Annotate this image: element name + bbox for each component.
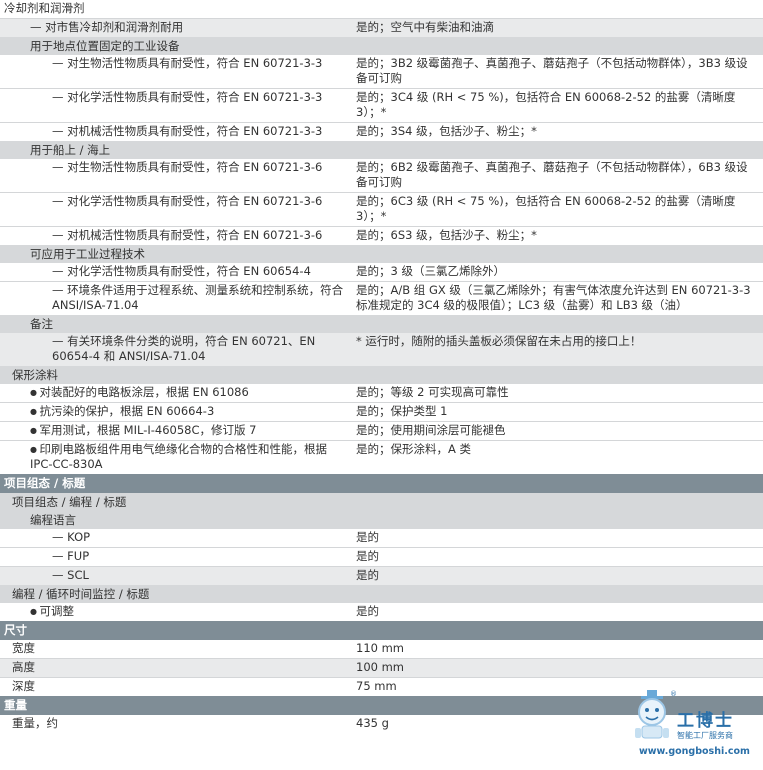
- spec-row: 冷却剂和润滑剂: [0, 0, 763, 18]
- spec-label: 冷却剂和润滑剂: [4, 1, 85, 15]
- group-header: 备注: [0, 315, 763, 333]
- logo-url: www.gongboshi.com: [639, 746, 750, 757]
- spec-row: 有关环境条件分类的说明，符合 EN 60721、EN 60654-4 和 ANS…: [0, 333, 763, 366]
- spec-label: KOP: [52, 530, 90, 544]
- spec-row: 对机械活性物质具有耐受性，符合 EN 60721-3-6 是的；6S3 级，包括沙…: [0, 226, 763, 245]
- spec-row: 高度 100 mm: [0, 658, 763, 677]
- spec-row: 对装配好的电路板涂层，根据 EN 61086 是的；等级 2 可实现高可靠性: [0, 384, 763, 402]
- spec-row: 对生物活性物质具有耐受性，符合 EN 60721-3-3 是的；3B2 级霉菌孢子…: [0, 55, 763, 88]
- spec-value: 是的；3B2 级霉菌孢子、真菌孢子、蘑菇孢子（不包括动物群体），3B3 级设备可…: [350, 55, 763, 88]
- spec-label: 对市售冷却剂和润滑剂耐用: [30, 20, 183, 34]
- spec-label: 对生物活性物质具有耐受性，符合 EN 60721-3-3: [52, 56, 322, 70]
- spec-row: 宽度 110 mm: [0, 640, 763, 658]
- spec-row: 对市售冷却剂和润滑剂耐用 是的；空气中有柴油和油滴: [0, 18, 763, 37]
- registered-mark: ®: [670, 690, 677, 698]
- spec-value: [350, 0, 763, 18]
- spec-value: 是的；6C3 级 (RH < 75 %)，包括符合 EN 60068-2-52 …: [350, 193, 763, 226]
- logo-tagline: 智能工厂服务商: [677, 731, 733, 740]
- spec-value: 是的: [350, 548, 763, 566]
- spec-label: 对化学活性物质具有耐受性，符合 EN 60721-3-3: [52, 90, 322, 104]
- spec-label: SCL: [52, 568, 89, 582]
- group-header: 可应用于工业过程技术: [0, 245, 763, 263]
- group-header: 编程语言: [0, 511, 763, 529]
- spec-value: * 运行时，随附的插头盖板必须保留在未占用的接口上！: [350, 333, 763, 366]
- spec-row: 对生物活性物质具有耐受性，符合 EN 60721-3-6 是的；6B2 级霉菌孢子…: [0, 159, 763, 192]
- spec-value: 是的；空气中有柴油和油滴: [350, 19, 763, 37]
- spec-value: 是的；保护类型 1: [350, 403, 763, 421]
- spec-label: 环境条件适用于过程系统、测量系统和控制系统，符合 ANSI/ISA-71.04: [52, 283, 343, 312]
- group-header: 保形涂料: [0, 366, 763, 384]
- spec-row: FUP 是的: [0, 547, 763, 566]
- spec-value: 100 mm: [350, 659, 763, 677]
- spec-value: 是的: [350, 567, 763, 585]
- spec-value: 是的；6S3 级，包括沙子、粉尘；*: [350, 227, 763, 245]
- spec-row: 抗污染的保护，根据 EN 60664-3 是的；保护类型 1: [0, 402, 763, 421]
- spec-row: 军用测试，根据 MIL-I-46058C，修订版 7 是的；使用期间涂层可能褪色: [0, 421, 763, 440]
- spec-row: 对化学活性物质具有耐受性，符合 EN 60721-3-6 是的；6C3 级 (RH…: [0, 192, 763, 226]
- watermark-logo: ® 工博士 智能工厂服务商 www.gongboshi.com: [625, 688, 763, 770]
- spec-value: 110 mm: [350, 640, 763, 658]
- spec-label: 对装配好的电路板涂层，根据 EN 61086: [30, 385, 249, 399]
- spec-value: 是的；等级 2 可实现高可靠性: [350, 384, 763, 402]
- spec-row: 印刷电路板组件用电气绝缘化合物的合格性和性能，根据 IPC-CC-830A 是的；…: [0, 440, 763, 474]
- spec-label: 深度: [12, 679, 35, 693]
- spec-label: 抗污染的保护，根据 EN 60664-3: [30, 404, 214, 418]
- spec-label: FUP: [52, 549, 89, 563]
- group-header: 编程 / 循环时间监控 / 标题: [0, 585, 763, 603]
- spec-row: 对机械活性物质具有耐受性，符合 EN 60721-3-3 是的；3S4 级，包括沙…: [0, 122, 763, 141]
- spec-label: 对化学活性物质具有耐受性，符合 EN 60721-3-6: [52, 194, 322, 208]
- spec-value: 是的: [350, 603, 763, 621]
- spec-label: 有关环境条件分类的说明，符合 EN 60721、EN 60654-4 和 ANS…: [52, 334, 315, 363]
- logo-name: 工博士: [677, 711, 734, 731]
- section-header: 项目组态 / 标题: [0, 474, 763, 493]
- spec-label: 对化学活性物质具有耐受性，符合 EN 60654-4: [52, 264, 311, 278]
- spec-value: 是的；3C4 级 (RH < 75 %)，包括符合 EN 60068-2-52 …: [350, 89, 763, 122]
- group-header: 项目组态 / 编程 / 标题: [0, 493, 763, 511]
- spec-label: 对机械活性物质具有耐受性，符合 EN 60721-3-6: [52, 228, 322, 242]
- spec-label: 宽度: [12, 641, 35, 655]
- spec-value: 是的；使用期间涂层可能褪色: [350, 422, 763, 440]
- spec-value: 是的；3 级（三氯乙烯除外）: [350, 263, 763, 281]
- spec-row: 对化学活性物质具有耐受性，符合 EN 60654-4 是的；3 级（三氯乙烯除外）: [0, 263, 763, 281]
- spec-label: 对生物活性物质具有耐受性，符合 EN 60721-3-6: [52, 160, 322, 174]
- spec-row: SCL 是的: [0, 566, 763, 585]
- spec-label: 重量，约: [12, 716, 58, 730]
- section-header: 尺寸: [0, 621, 763, 640]
- spec-label: 对机械活性物质具有耐受性，符合 EN 60721-3-3: [52, 124, 322, 138]
- spec-row: KOP 是的: [0, 529, 763, 547]
- spec-value: 是的: [350, 529, 763, 547]
- spec-label: 可调整: [30, 604, 74, 618]
- group-header: 用于地点位置固定的工业设备: [0, 37, 763, 55]
- spec-label: 印刷电路板组件用电气绝缘化合物的合格性和性能，根据 IPC-CC-830A: [30, 442, 327, 471]
- group-header: 用于船上 / 海上: [0, 141, 763, 159]
- spec-table: 冷却剂和润滑剂对市售冷却剂和润滑剂耐用 是的；空气中有柴油和油滴用于地点位置固定的…: [0, 0, 763, 733]
- spec-row: 对化学活性物质具有耐受性，符合 EN 60721-3-3 是的；3C4 级 (RH…: [0, 88, 763, 122]
- spec-row: 可调整 是的: [0, 603, 763, 621]
- spec-value: 是的；3S4 级，包括沙子、粉尘；*: [350, 123, 763, 141]
- spec-row: 环境条件适用于过程系统、测量系统和控制系统，符合 ANSI/ISA-71.04是…: [0, 281, 763, 315]
- spec-value: 是的；保形涂料，A 类: [350, 441, 763, 474]
- spec-value: 是的；6B2 级霉菌孢子、真菌孢子、蘑菇孢子（不包括动物群体），6B3 级设备可…: [350, 159, 763, 192]
- spec-value: 是的；A/B 组 GX 级（三氯乙烯除外；有害气体浓度允许达到 EN 60721…: [350, 282, 763, 315]
- spec-label: 高度: [12, 660, 35, 674]
- spec-label: 军用测试，根据 MIL-I-46058C，修订版 7: [30, 423, 256, 437]
